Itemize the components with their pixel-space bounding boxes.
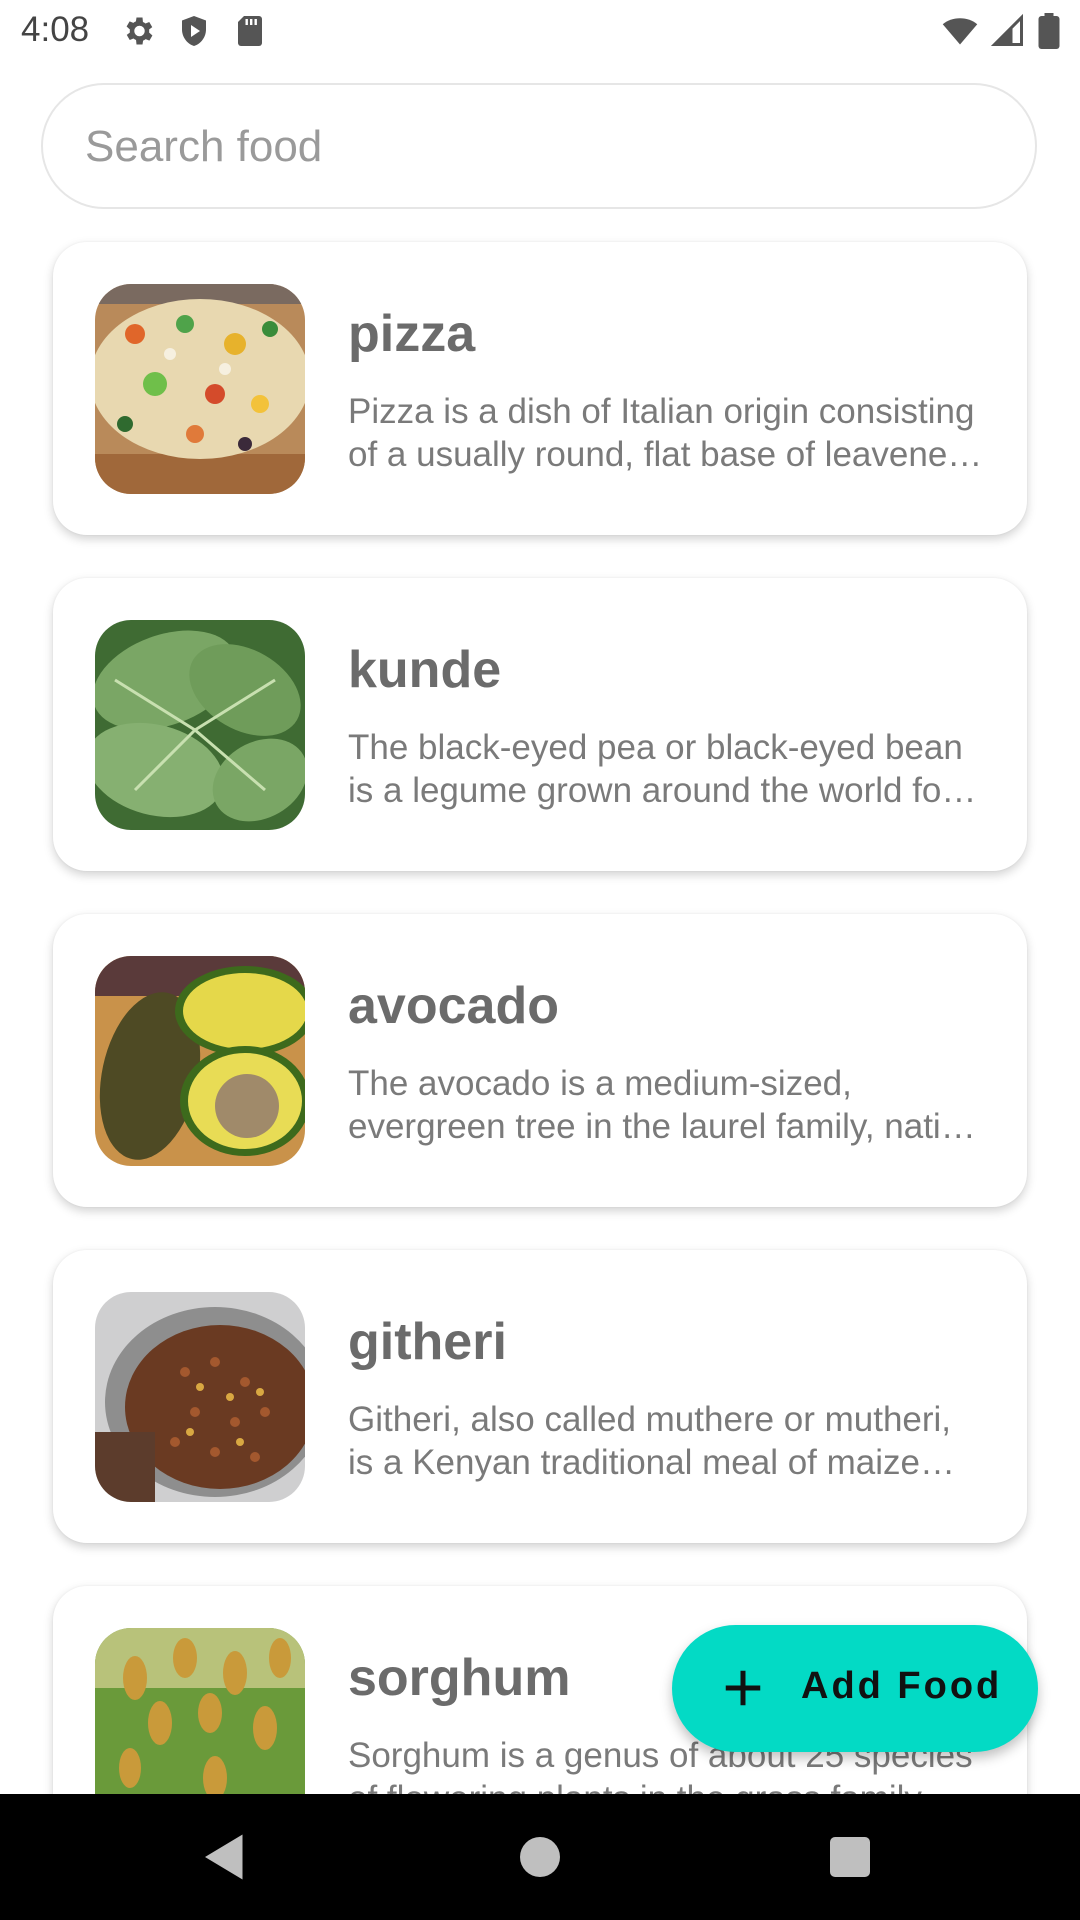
food-description: The avocado is a medium-sized, evergreen… [348, 1064, 978, 1146]
navigation-bar [0, 1794, 1080, 1920]
food-description: The black-eyed pea or black-eyed bean is… [348, 728, 963, 810]
home-icon[interactable] [510, 1827, 570, 1887]
food-name: sorghum [348, 1649, 571, 1707]
food-name: avocado [348, 977, 559, 1035]
back-icon[interactable] [195, 1827, 255, 1887]
food-card-avocado[interactable]: avocado The avocado is a medium-sized, e… [53, 914, 1027, 1207]
recents-icon[interactable] [820, 1827, 880, 1887]
food-image-kunde [95, 620, 305, 830]
plus-icon [725, 1670, 761, 1706]
food-list[interactable]: pizza Pizza is a dish of Italian origin … [0, 0, 1080, 1794]
food-description: Pizza is a dish of Italian origin consis… [348, 392, 975, 474]
add-food-label: Add Food [801, 1665, 1003, 1707]
food-image-githeri [95, 1292, 305, 1502]
food-name: githeri [348, 1313, 507, 1371]
food-name: kunde [348, 641, 502, 699]
food-name: pizza [348, 305, 476, 363]
food-description: Githeri, also called muthere or mutheri,… [348, 1400, 952, 1482]
food-image-avocado [95, 956, 305, 1166]
food-image-sorghum [95, 1628, 305, 1794]
add-food-button[interactable]: Add Food [672, 1625, 1038, 1752]
food-card-githeri[interactable]: githeri Githeri, also called muthere or … [53, 1250, 1027, 1543]
food-card-kunde[interactable]: kunde The black-eyed pea or black-eyed b… [53, 578, 1027, 871]
food-image-pizza [95, 284, 305, 494]
food-card-pizza[interactable]: pizza Pizza is a dish of Italian origin … [53, 242, 1027, 535]
